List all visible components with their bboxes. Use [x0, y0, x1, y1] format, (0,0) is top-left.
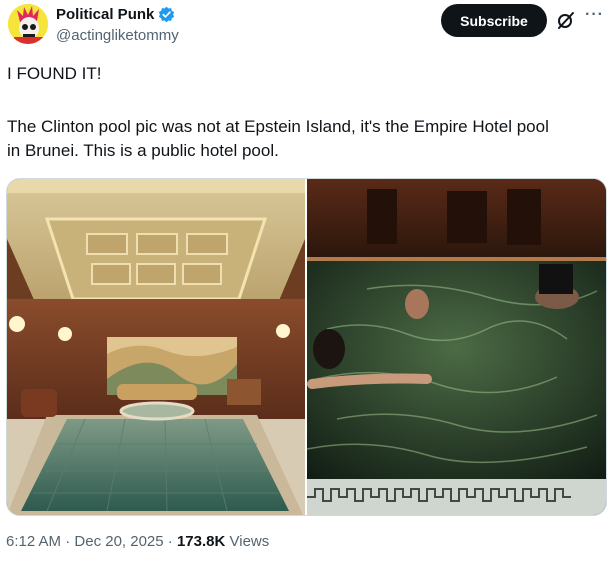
author-name-row: Political Punk: [56, 6, 175, 23]
post-text-line: in Brunei. This is a public hotel pool.: [7, 141, 279, 160]
post-text-line: I FOUND IT!: [7, 64, 102, 83]
author-name[interactable]: Political Punk: [56, 6, 154, 23]
verified-badge-icon: [159, 6, 175, 23]
media-grid: [6, 178, 607, 516]
hotel-pool-photo[interactable]: [7, 179, 305, 515]
punk-skull-avatar-icon: [8, 4, 48, 44]
more-options-icon[interactable]: ···: [585, 7, 605, 28]
views-count: 173.8K: [176, 533, 226, 550]
post-text-line: The Clinton pool pic was not at Epstein …: [7, 117, 549, 136]
post-time[interactable]: 6:12 AM: [6, 533, 61, 550]
meta-separator: ·: [61, 533, 75, 550]
post-meta: 6:12 AM · Dec 20, 2025 · 173.8K Views: [6, 533, 269, 550]
post-date[interactable]: Dec 20, 2025: [74, 533, 163, 550]
avatar[interactable]: [8, 4, 48, 44]
meta-separator: ·: [163, 533, 177, 550]
subscribe-button[interactable]: Subscribe: [441, 4, 547, 37]
views-label: Views: [225, 533, 270, 550]
author-handle[interactable]: @actingliketommy: [56, 27, 179, 44]
night-pool-photo[interactable]: [307, 179, 606, 515]
grok-icon[interactable]: [556, 10, 576, 30]
